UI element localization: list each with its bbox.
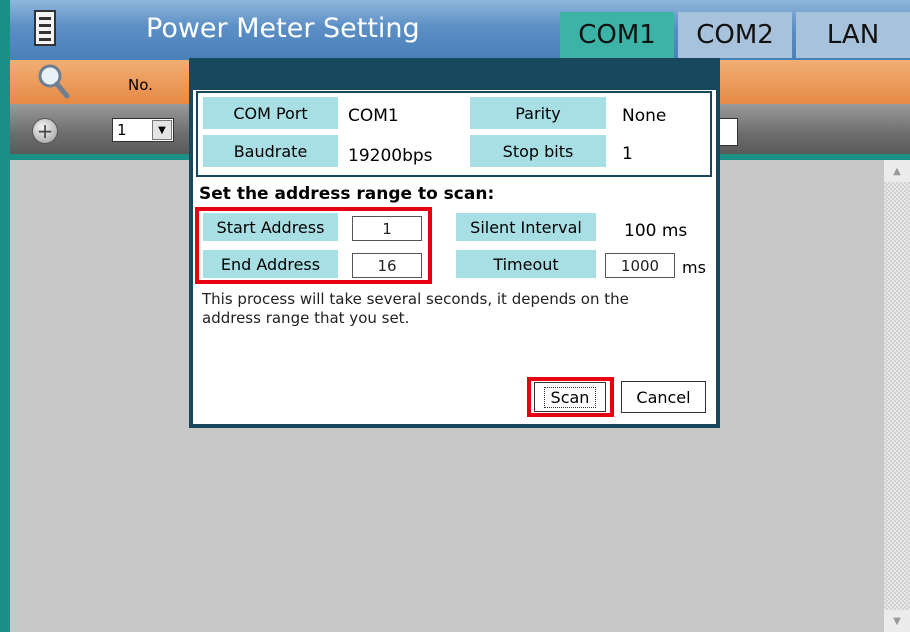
- timeout-input[interactable]: 1000: [605, 253, 675, 278]
- baudrate-value: 19200bps: [348, 146, 433, 166]
- timeout-unit: ms: [682, 258, 706, 277]
- left-frame: [0, 0, 10, 632]
- stop-bits-label: Stop bits: [470, 135, 606, 167]
- silent-interval-label: Silent Interval: [456, 213, 596, 241]
- search-icon[interactable]: [36, 62, 70, 100]
- scan-info-text: This process will take several seconds, …: [202, 290, 629, 327]
- timeout-label: Timeout: [456, 250, 596, 278]
- stop-bits-value: 1: [622, 144, 633, 164]
- scroll-down-icon[interactable]: ▼: [884, 610, 910, 632]
- chevron-down-icon[interactable]: ▼: [152, 120, 172, 140]
- address-highlight: [195, 207, 432, 284]
- column-header-no: No.: [128, 76, 153, 94]
- cancel-button[interactable]: Cancel: [621, 381, 706, 413]
- scroll-up-icon[interactable]: ▲: [884, 160, 910, 182]
- no-select[interactable]: 1 ▼: [112, 118, 174, 142]
- no-select-value: 1: [117, 121, 127, 139]
- add-icon[interactable]: +: [32, 118, 58, 144]
- baudrate-label: Baudrate: [203, 135, 338, 167]
- parity-label: Parity: [470, 97, 606, 129]
- tab-com2[interactable]: COM2: [678, 12, 792, 58]
- scan-highlight: [527, 377, 614, 417]
- parity-value: None: [622, 106, 667, 126]
- com-port-value: COM1: [348, 106, 399, 126]
- menu-icon[interactable]: [34, 10, 56, 46]
- vertical-scrollbar[interactable]: [884, 160, 910, 632]
- tab-com1[interactable]: COM1: [560, 12, 674, 58]
- scan-range-heading: Set the address range to scan:: [199, 184, 495, 204]
- com-port-label: COM Port: [203, 97, 338, 129]
- silent-interval-value: 100 ms: [624, 221, 688, 241]
- app-title: Power Meter Setting: [146, 13, 420, 44]
- tab-lan[interactable]: LAN: [796, 12, 910, 58]
